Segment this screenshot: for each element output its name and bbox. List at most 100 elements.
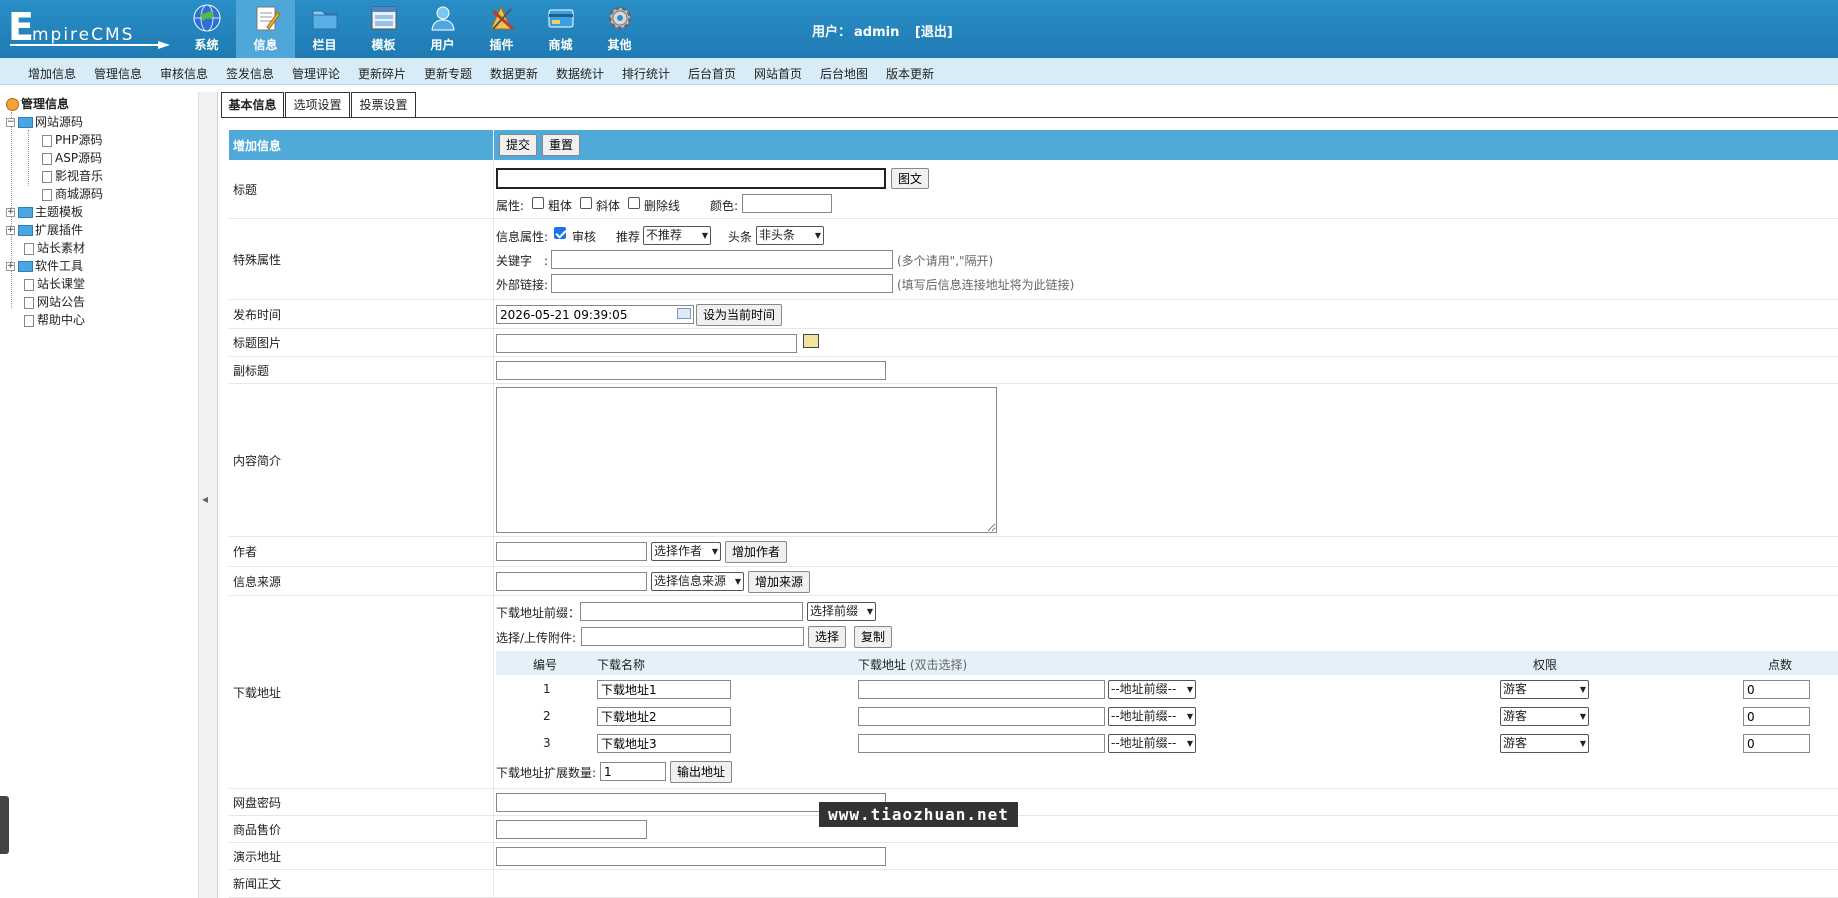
tree-item-site-source[interactable]: − 网站源码 — [6, 114, 83, 130]
permission-select[interactable]: 游客 — [1500, 707, 1589, 726]
nav-system[interactable]: 系统 — [177, 0, 236, 58]
collapse-icon[interactable]: − — [6, 118, 15, 127]
points-input[interactable] — [1743, 707, 1810, 726]
italic-checkbox[interactable] — [580, 197, 592, 209]
strike-checkbox[interactable] — [628, 197, 640, 209]
subnav-manage-info[interactable]: 管理信息 — [94, 65, 142, 82]
tree-item-plugins[interactable]: + 扩展插件 — [6, 222, 83, 238]
expand-icon[interactable]: + — [6, 226, 15, 235]
demo-url-input[interactable] — [496, 847, 886, 866]
subnav-admin-home[interactable]: 后台首页 — [688, 65, 736, 82]
expand-icon[interactable]: + — [6, 262, 15, 271]
author-input[interactable] — [496, 542, 647, 561]
tree-item-software-tools[interactable]: + 软件工具 — [6, 258, 83, 274]
subnav-update-fragments[interactable]: 更新碎片 — [358, 65, 406, 82]
subnav-manage-comments[interactable]: 管理评论 — [292, 65, 340, 82]
audit-checkbox[interactable] — [554, 227, 566, 239]
download-url-input[interactable] — [858, 680, 1105, 699]
subnav-data-update[interactable]: 数据更新 — [490, 65, 538, 82]
sidebar-splitter[interactable]: ◂ — [198, 92, 218, 898]
subnav-update-topics[interactable]: 更新专题 — [424, 65, 472, 82]
download-ext-count-input[interactable] — [600, 762, 666, 781]
tree-item-classroom[interactable]: 站长课堂 — [24, 276, 85, 292]
download-name-input[interactable] — [597, 734, 731, 753]
nav-plugin[interactable]: 插件 — [472, 0, 531, 58]
subnav-add-info[interactable]: 增加信息 — [28, 65, 76, 82]
tree-item-materials[interactable]: 站长素材 — [24, 240, 85, 256]
collapse-left-icon[interactable]: ◂ — [202, 492, 208, 506]
choose-file-button[interactable]: 选择 — [808, 626, 847, 648]
download-name-input[interactable] — [597, 680, 731, 699]
recommend-select[interactable]: 不推荐 — [643, 226, 711, 245]
expand-icon[interactable]: + — [6, 208, 15, 217]
tree-item-announcements[interactable]: 网站公告 — [24, 294, 85, 310]
download-prefix-input[interactable] — [580, 602, 803, 621]
headline-select[interactable]: 非头条 — [756, 226, 824, 245]
points-input[interactable] — [1743, 734, 1810, 753]
subnav-site-home[interactable]: 网站首页 — [754, 65, 802, 82]
publish-time-input[interactable] — [496, 305, 694, 324]
subnav-sign-info[interactable]: 签发信息 — [226, 65, 274, 82]
points-input[interactable] — [1743, 680, 1810, 699]
set-current-time-button[interactable]: 设为当前时间 — [696, 304, 783, 326]
source-select[interactable]: 选择信息来源 — [651, 572, 744, 591]
output-address-button[interactable]: 输出地址 — [670, 761, 733, 783]
tab-vote[interactable]: 投票设置 — [351, 92, 416, 118]
reset-button[interactable]: 重置 — [542, 134, 581, 156]
bold-checkbox[interactable] — [532, 197, 544, 209]
source-input[interactable] — [496, 572, 647, 591]
nav-shop[interactable]: 商城 — [531, 0, 590, 58]
tree-root[interactable]: 管理信息 — [6, 96, 69, 112]
calendar-icon[interactable] — [677, 308, 691, 319]
tree-item-media[interactable]: 影视音乐 — [42, 168, 103, 184]
add-author-button[interactable]: 增加作者 — [725, 541, 788, 563]
tab-basic-info[interactable]: 基本信息 — [221, 92, 284, 118]
plugin-tools-icon — [489, 5, 514, 31]
download-row-no: 1 — [543, 682, 551, 696]
summary-textarea[interactable] — [496, 387, 997, 533]
permission-select[interactable]: 游客 — [1500, 734, 1589, 753]
external-link-input[interactable] — [551, 274, 893, 293]
nav-column[interactable]: 栏目 — [295, 0, 354, 58]
title-input[interactable] — [496, 168, 886, 189]
download-url-input[interactable] — [858, 707, 1105, 726]
nav-user[interactable]: 用户 — [413, 0, 472, 58]
subnav-version-update[interactable]: 版本更新 — [886, 65, 934, 82]
subnav-audit-info[interactable]: 审核信息 — [160, 65, 208, 82]
image-text-button[interactable]: 图文 — [891, 168, 930, 189]
tree-item-mall-source[interactable]: 商城源码 — [42, 186, 103, 202]
title-image-input[interactable] — [496, 334, 797, 353]
nav-template[interactable]: 模板 — [354, 0, 413, 58]
image-select-icon[interactable] — [803, 334, 819, 348]
nav-info[interactable]: 信息 — [236, 0, 295, 58]
download-url-input[interactable] — [858, 734, 1105, 753]
color-input[interactable] — [742, 194, 832, 213]
shop-card-icon — [548, 9, 573, 28]
url-prefix-select[interactable]: --地址前缀-- — [1108, 734, 1196, 753]
attachment-input[interactable] — [581, 627, 804, 646]
url-prefix-select[interactable]: --地址前缀-- — [1108, 680, 1196, 699]
tree-item-php-source[interactable]: PHP源码 — [42, 132, 103, 148]
tab-options[interactable]: 选项设置 — [285, 92, 350, 118]
subtitle-input[interactable] — [496, 361, 886, 380]
author-select[interactable]: 选择作者 — [651, 542, 721, 561]
nav-other[interactable]: 其他 — [590, 0, 649, 58]
subnav-data-stats[interactable]: 数据统计 — [556, 65, 604, 82]
tree-item-help-center[interactable]: 帮助中心 — [24, 312, 85, 328]
tree-item-theme-templates[interactable]: + 主题模板 — [6, 204, 83, 220]
logout-link[interactable]: [退出] — [915, 25, 953, 40]
floating-widget-handle[interactable] — [0, 796, 9, 854]
keywords-input[interactable] — [551, 250, 893, 269]
copy-button[interactable]: 复制 — [854, 626, 893, 648]
price-input[interactable] — [496, 820, 647, 839]
submit-button[interactable]: 提交 — [499, 134, 538, 156]
download-name-input[interactable] — [597, 707, 731, 726]
document-icon — [42, 134, 52, 147]
permission-select[interactable]: 游客 — [1500, 680, 1589, 699]
tree-item-asp-source[interactable]: ASP源码 — [42, 150, 102, 166]
add-source-button[interactable]: 增加来源 — [748, 571, 811, 593]
prefix-select[interactable]: 选择前缀 — [807, 602, 876, 621]
subnav-admin-map[interactable]: 后台地图 — [820, 65, 868, 82]
url-prefix-select[interactable]: --地址前缀-- — [1108, 707, 1196, 726]
subnav-rank-stats[interactable]: 排行统计 — [622, 65, 670, 82]
